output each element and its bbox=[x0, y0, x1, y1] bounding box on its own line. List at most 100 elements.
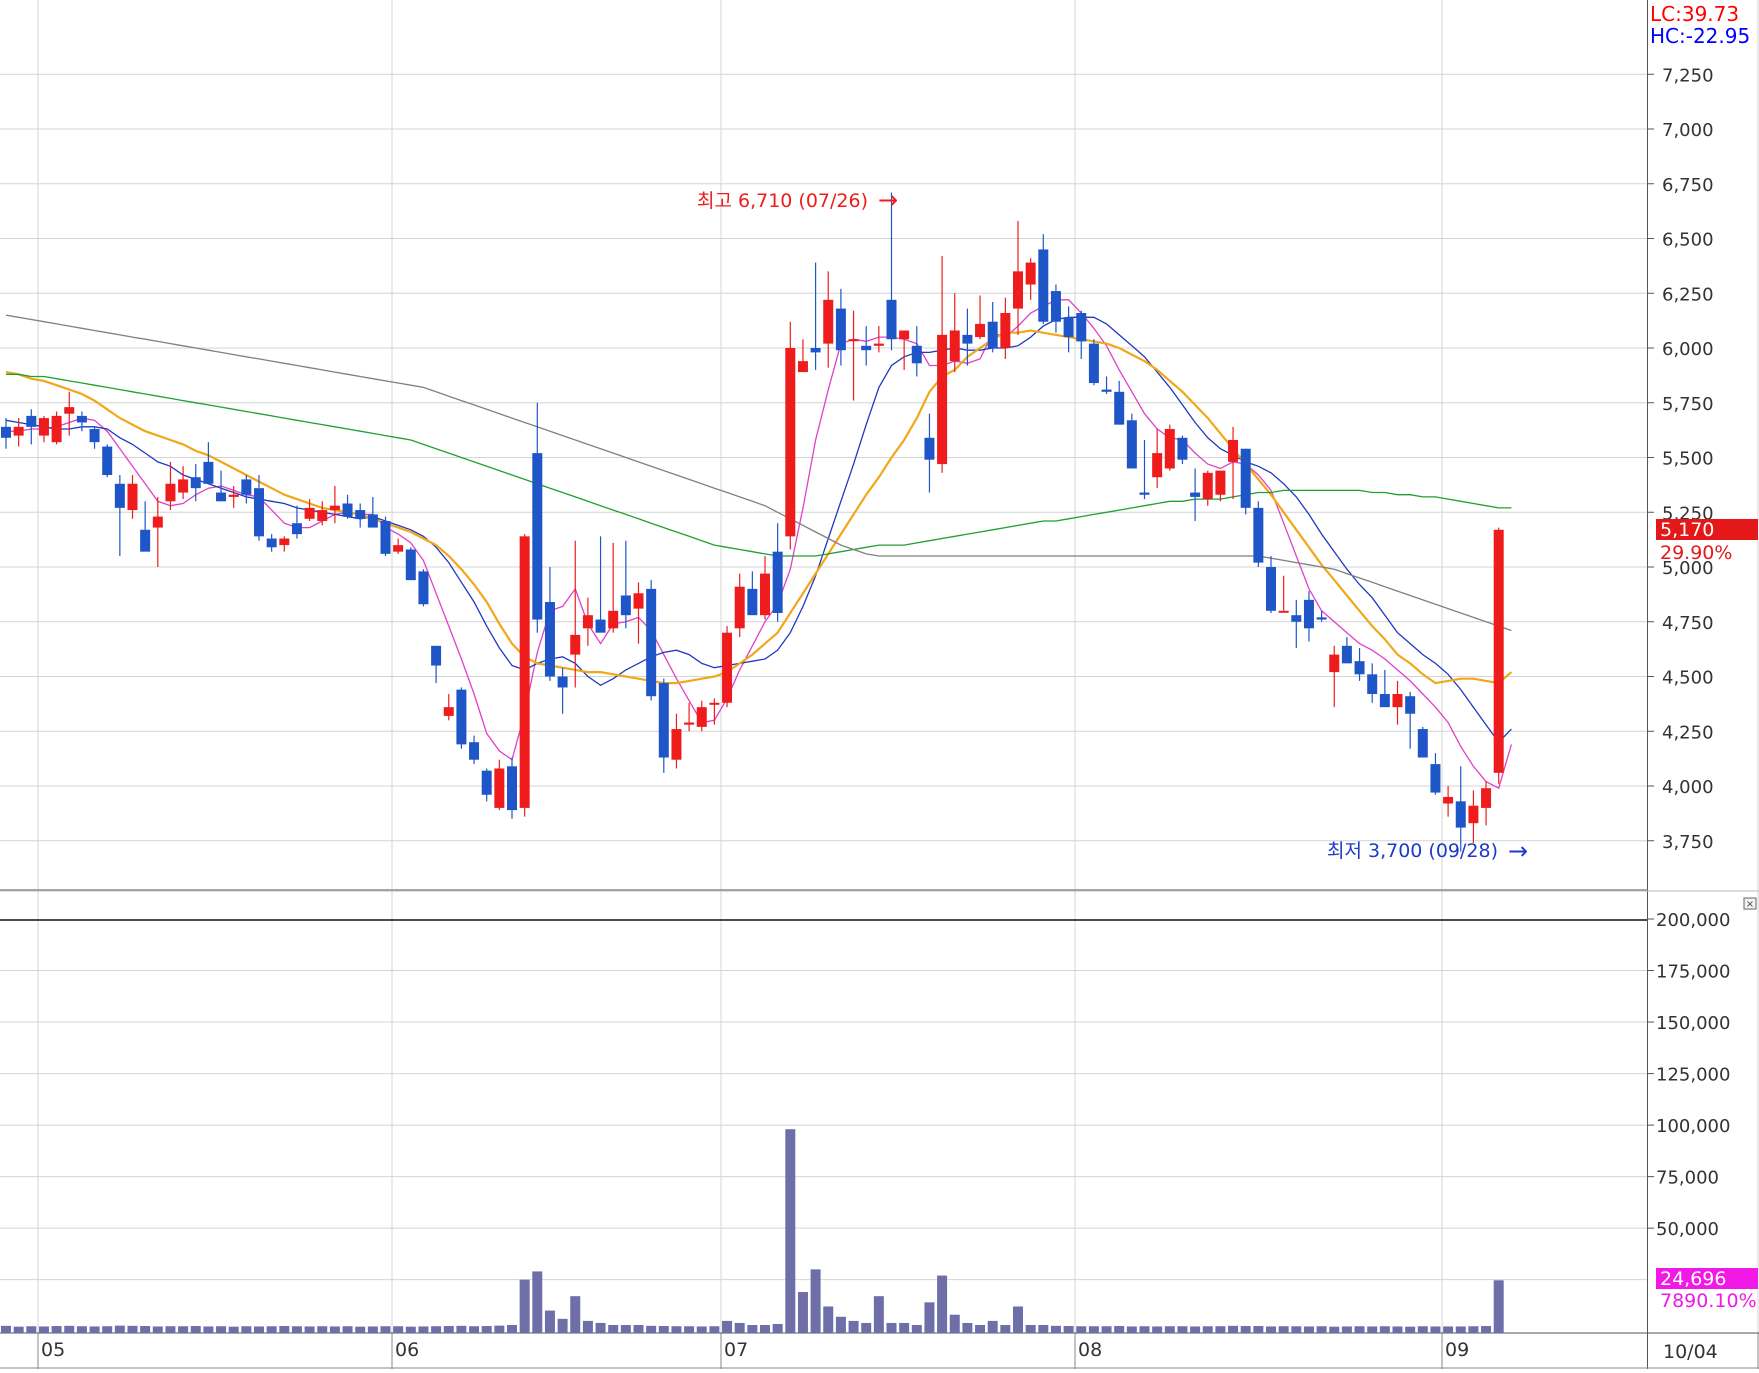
current-price-change: 29.90% bbox=[1660, 542, 1732, 564]
month-label: 09 bbox=[1445, 1339, 1469, 1361]
volume-bar bbox=[51, 1326, 62, 1333]
candle-body bbox=[102, 446, 113, 476]
candle-body bbox=[823, 299, 834, 344]
candle-body bbox=[633, 593, 644, 609]
candle-body bbox=[1417, 729, 1428, 758]
volume-bar bbox=[89, 1326, 100, 1333]
volume-tick-label: 175,000 bbox=[1656, 962, 1730, 983]
current-volume-change: 7890.10% bbox=[1660, 1290, 1757, 1312]
candle-body bbox=[1152, 453, 1163, 478]
volume-bar bbox=[1063, 1326, 1074, 1333]
candle-body bbox=[722, 632, 733, 703]
price-tick-label: 4,750 bbox=[1662, 613, 1714, 634]
candle-body bbox=[797, 361, 808, 373]
candle-body bbox=[1455, 801, 1466, 828]
candle-body bbox=[1443, 796, 1454, 804]
candle-body bbox=[329, 505, 340, 511]
volume-bar bbox=[949, 1314, 960, 1333]
volume-bar bbox=[924, 1302, 935, 1333]
candle-body bbox=[443, 707, 454, 716]
volume-bar bbox=[1278, 1326, 1289, 1333]
volume-bar bbox=[709, 1326, 720, 1333]
lc-indicator: LC:39.73 bbox=[1650, 2, 1739, 26]
volume-bar bbox=[1215, 1326, 1226, 1333]
candle-body bbox=[266, 538, 277, 548]
candle-body bbox=[937, 334, 948, 465]
volume-bar bbox=[26, 1326, 37, 1333]
volume-bar bbox=[861, 1322, 872, 1333]
low-arrow-icon: → bbox=[1508, 837, 1528, 865]
candle-body bbox=[1038, 249, 1049, 322]
candle-body bbox=[620, 595, 631, 616]
candle-body bbox=[646, 588, 657, 697]
volume-bar bbox=[1164, 1326, 1175, 1333]
candle-body bbox=[1177, 437, 1188, 460]
volume-bar bbox=[797, 1292, 808, 1333]
volume-bar bbox=[1291, 1326, 1302, 1333]
price-tick-label: 6,000 bbox=[1662, 339, 1714, 360]
volume-bar bbox=[1405, 1326, 1416, 1333]
volume-bar bbox=[405, 1326, 416, 1333]
volume-bar bbox=[1000, 1325, 1011, 1333]
price-tick-label: 4,500 bbox=[1662, 668, 1714, 689]
volume-bar bbox=[1253, 1326, 1264, 1333]
volume-bar bbox=[1101, 1326, 1112, 1333]
candle-body bbox=[1405, 696, 1416, 714]
volume-bar bbox=[64, 1325, 75, 1333]
volume-bar bbox=[1468, 1326, 1479, 1333]
volume-bar bbox=[393, 1326, 404, 1333]
candle-body bbox=[1379, 694, 1390, 708]
volume-bar bbox=[228, 1326, 239, 1333]
volume-bar bbox=[1088, 1326, 1099, 1333]
candle-body bbox=[1, 426, 11, 438]
volume-bar bbox=[747, 1325, 758, 1333]
volume-bar bbox=[1493, 1280, 1504, 1333]
volume-bar bbox=[582, 1320, 593, 1333]
candle-body bbox=[747, 588, 758, 616]
volume-bar bbox=[658, 1326, 669, 1333]
volume-bar bbox=[557, 1318, 568, 1333]
candle-body bbox=[494, 768, 505, 808]
candle-body bbox=[13, 426, 24, 436]
volume-bar bbox=[595, 1322, 606, 1333]
volume-bar bbox=[785, 1129, 796, 1333]
price-tick-label: 7,250 bbox=[1662, 65, 1714, 86]
candle-body bbox=[1481, 788, 1492, 808]
candle-body bbox=[241, 479, 252, 495]
candle-body bbox=[848, 339, 859, 342]
volume-bar bbox=[456, 1325, 467, 1333]
volume-bar bbox=[544, 1310, 555, 1333]
candle-body bbox=[190, 477, 201, 489]
candle-body bbox=[342, 503, 353, 517]
candle-body bbox=[949, 330, 960, 362]
candle-body bbox=[1329, 654, 1340, 673]
candle-body bbox=[671, 729, 682, 760]
panel-close-button[interactable]: × bbox=[1743, 897, 1757, 910]
candle-body bbox=[431, 645, 442, 666]
candle-body bbox=[469, 742, 480, 760]
volume-bar bbox=[696, 1326, 707, 1333]
volume-bar bbox=[1303, 1326, 1314, 1333]
candle-body bbox=[911, 345, 922, 364]
volume-bar bbox=[469, 1326, 480, 1333]
volume-bar bbox=[1228, 1325, 1239, 1333]
candle-body bbox=[1202, 472, 1213, 500]
volume-bar bbox=[810, 1269, 821, 1333]
volume-bar bbox=[1367, 1326, 1378, 1333]
volume-bar bbox=[835, 1316, 846, 1333]
candle-body bbox=[317, 510, 328, 522]
volume-bar bbox=[1114, 1326, 1125, 1333]
volume-bar bbox=[76, 1326, 87, 1333]
candle-body bbox=[203, 461, 214, 484]
volume-bar bbox=[532, 1271, 543, 1333]
current-price-label: 5,170 bbox=[1660, 519, 1714, 541]
candle-body bbox=[1063, 317, 1074, 338]
volume-bar bbox=[633, 1325, 644, 1333]
candle-body bbox=[254, 488, 264, 537]
volume-bar bbox=[1240, 1326, 1251, 1333]
volume-bar bbox=[823, 1306, 834, 1333]
volume-bar bbox=[203, 1326, 214, 1333]
volume-bar bbox=[317, 1326, 328, 1333]
candle-body bbox=[26, 415, 37, 427]
month-label: 05 bbox=[41, 1339, 65, 1361]
